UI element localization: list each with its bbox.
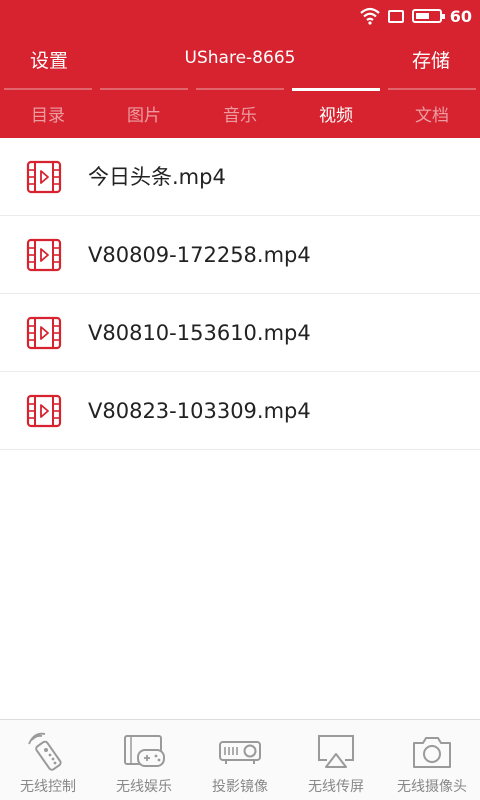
tab-indicator xyxy=(4,88,92,90)
wifi-icon xyxy=(360,7,380,25)
tab-label: 音乐 xyxy=(223,106,257,126)
file-name: 今日头条.mp4 xyxy=(88,165,226,189)
video-file-icon xyxy=(26,238,62,272)
tab-documents[interactable]: 文档 xyxy=(384,88,480,138)
top-bar: 设置 UShare-8665 存储 xyxy=(0,38,480,80)
app-header: 60 设置 UShare-8665 存储 目录 图片 音乐 视频 文档 xyxy=(0,0,480,138)
device-title: UShare-8665 xyxy=(184,48,296,68)
list-item[interactable]: V80809-172258.mp4 xyxy=(0,216,480,294)
list-item[interactable]: V80823-103309.mp4 xyxy=(0,372,480,450)
nav-wireless-control[interactable]: 无线控制 xyxy=(0,720,96,800)
file-list: 今日头条.mp4 V80809-172258.mp4 V80810-153610… xyxy=(0,138,480,450)
nav-wireless-camera[interactable]: 无线摄像头 xyxy=(384,720,480,800)
video-file-icon xyxy=(26,394,62,428)
tab-label: 图片 xyxy=(127,106,161,126)
tab-indicator xyxy=(388,88,476,90)
projector-icon xyxy=(219,741,261,764)
battery-percent: 60 xyxy=(449,6,472,26)
bottom-nav: 无线控制 无线娱乐 投影镜像 无线传屏 无线摄像头 xyxy=(0,719,480,800)
file-name: V80809-172258.mp4 xyxy=(88,243,311,267)
file-name: V80810-153610.mp4 xyxy=(88,321,311,345)
tab-indicator xyxy=(292,88,380,91)
nav-label: 无线摄像头 xyxy=(397,779,467,795)
nav-wireless-screen[interactable]: 无线传屏 xyxy=(288,720,384,800)
tab-directory[interactable]: 目录 xyxy=(0,88,96,138)
video-file-icon xyxy=(26,316,62,350)
status-bar: 60 xyxy=(360,4,472,28)
tab-pictures[interactable]: 图片 xyxy=(96,88,192,138)
nav-label: 无线传屏 xyxy=(308,779,364,795)
gamepad-icon xyxy=(124,735,165,767)
battery-icon xyxy=(411,9,445,23)
nav-wireless-entertainment[interactable]: 无线娱乐 xyxy=(96,720,192,800)
nav-label: 无线控制 xyxy=(20,779,76,795)
tab-label: 目录 xyxy=(31,106,65,126)
sim-card-icon xyxy=(387,9,404,23)
file-name: V80823-103309.mp4 xyxy=(88,399,311,423)
tab-video[interactable]: 视频 xyxy=(288,88,384,138)
tab-indicator xyxy=(100,88,188,90)
camera-icon xyxy=(413,737,451,768)
category-tabs: 目录 图片 音乐 视频 文档 xyxy=(0,88,480,138)
tab-label: 视频 xyxy=(319,106,353,126)
remote-control-icon xyxy=(28,732,62,771)
tab-indicator xyxy=(196,88,284,90)
nav-projection-mirror[interactable]: 投影镜像 xyxy=(192,720,288,800)
nav-label: 无线娱乐 xyxy=(116,779,172,795)
list-item[interactable]: 今日头条.mp4 xyxy=(0,138,480,216)
video-file-icon xyxy=(26,160,62,194)
nav-label: 投影镜像 xyxy=(212,779,268,795)
list-item[interactable]: V80810-153610.mp4 xyxy=(0,294,480,372)
storage-button[interactable]: 存储 xyxy=(412,46,450,73)
tab-music[interactable]: 音乐 xyxy=(192,88,288,138)
tab-label: 文档 xyxy=(415,106,449,126)
airplay-icon xyxy=(318,735,354,768)
